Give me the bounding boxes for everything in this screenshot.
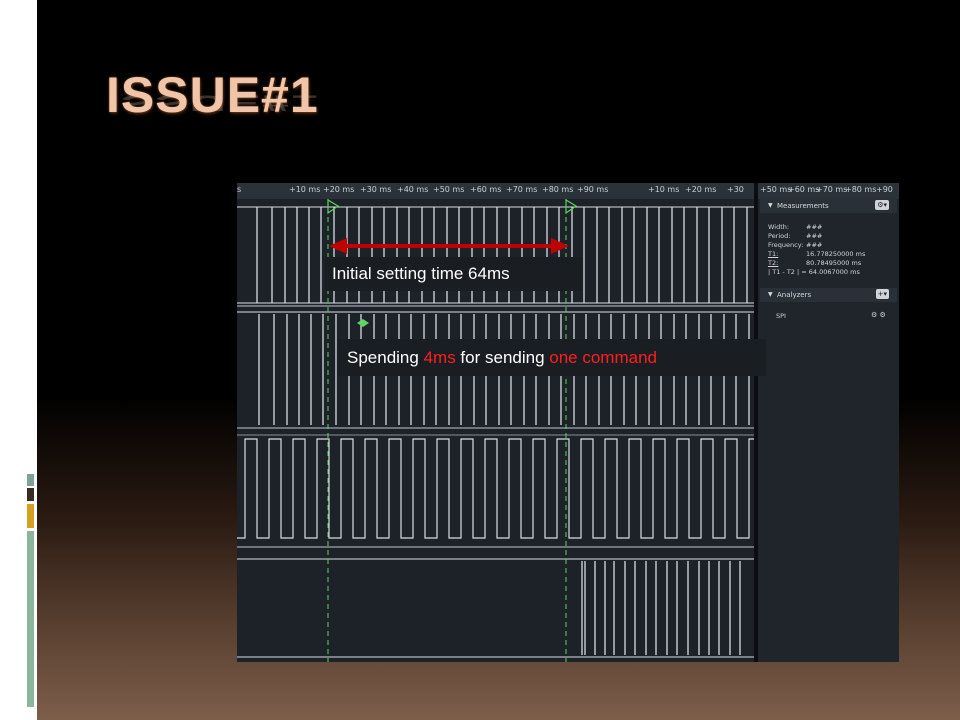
analyzer-item-spi[interactable]: SPI [776, 312, 786, 320]
time-ruler[interactable]: s +10 ms +20 ms +30 ms +40 ms +50 ms +60 ms +70… [237, 183, 757, 200]
ruler-tick-label: +10 ms [648, 185, 680, 194]
ruler-tick-label: +80 ms [542, 185, 574, 194]
measurement-frequency: Frequency: ### [768, 241, 823, 249]
arrow-left-head [329, 238, 347, 254]
analyzers-header[interactable]: ▼ Analyzers +▾ [760, 288, 897, 302]
collapse-arrow-icon[interactable]: ▼ [768, 202, 773, 209]
measurement-diff: | T1 - T2 | = 64.0067000 ms [768, 268, 860, 276]
callout-command-time: Spending 4ms for sending one command [338, 339, 766, 376]
ruler-tick-label: +70 ms [506, 185, 538, 194]
ruler-tick-label: +60 ms [470, 185, 502, 194]
ruler-tick-label: +70 ms [816, 185, 848, 194]
logic-analyzer-screenshot: s +10 ms +20 ms +30 ms +40 ms +50 ms +60 ms +70… [237, 183, 899, 662]
measurement-t1: T1: 16.778250000 ms [768, 250, 866, 258]
slide-title-reflection: ISSUE#1 [106, 90, 319, 116]
ruler-tick-label: +80 ms [845, 185, 877, 194]
gear-icon[interactable]: ⚙▾ [875, 200, 889, 210]
ch3-clock-wave [237, 438, 754, 539]
decor-bar-gold [27, 504, 34, 528]
ruler-tick-label: +90 ms [577, 185, 609, 194]
decor-bar-green [27, 531, 34, 707]
timing-marker-icon [357, 319, 369, 327]
ruler-tick-label: s [237, 185, 242, 194]
collapse-arrow-icon[interactable]: ▼ [768, 291, 773, 298]
ruler-tick-label: +50 ms [760, 185, 792, 194]
ruler-tick-label: +20 ms [323, 185, 355, 194]
ruler-tick-label: +10 ms [289, 185, 321, 194]
ruler-tick-label: +40 ms [397, 185, 429, 194]
add-analyzer-icon[interactable]: +▾ [875, 289, 889, 299]
decor-bar-dark [27, 488, 34, 501]
ruler-tick-label: +90 [876, 185, 893, 194]
arrow-right-head [551, 238, 569, 254]
ruler-tick-label: +50 ms [433, 185, 465, 194]
measurement-t2: T2: 80.78495000 ms [768, 259, 862, 267]
decor-bar-teal [27, 474, 34, 486]
measurements-header[interactable]: ▼ Measurements ⚙▾ [760, 199, 897, 213]
time-ruler-side: +50 ms +60 ms +70 ms +80 ms +90 [758, 183, 899, 200]
ruler-tick-label: +60 ms [788, 185, 820, 194]
measurement-width: Width: ### [768, 223, 823, 231]
ruler-tick-label: +30 [727, 185, 744, 194]
measurement-period: Period: ### [768, 232, 823, 240]
analyzer-settings-icon[interactable]: ⚙ ⚙ [871, 311, 886, 319]
ruler-tick-label: +20 ms [685, 185, 717, 194]
ruler-tick-label: +30 ms [360, 185, 392, 194]
side-panel: ▼ Measurements ⚙▾ Width: ### Period: ### F… [758, 199, 899, 662]
callout-initial-setting-time: Initial setting time 64ms [325, 257, 582, 291]
